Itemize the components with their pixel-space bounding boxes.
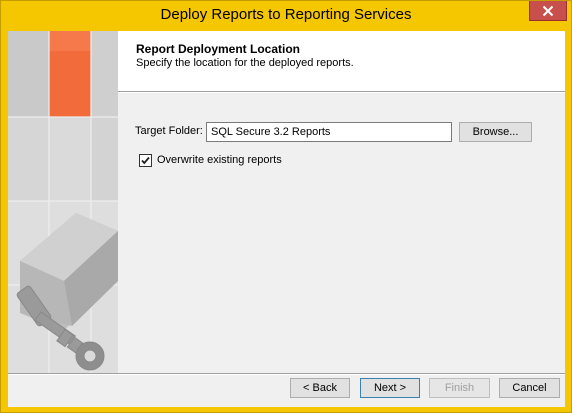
overwrite-checkbox[interactable] [139, 154, 152, 167]
target-folder-input[interactable] [206, 122, 452, 142]
overwrite-label[interactable]: Overwrite existing reports [157, 154, 282, 166]
key-cube-illustration [8, 31, 118, 373]
sidebar-banner [8, 31, 118, 373]
close-icon [542, 5, 554, 16]
window-title: Deploy Reports to Reporting Services [160, 6, 412, 23]
wizard-header: Report Deployment Location Specify the l… [118, 31, 565, 91]
back-button[interactable]: < Back [290, 378, 350, 398]
cancel-button[interactable]: Cancel [499, 378, 560, 398]
wizard-client-area: Report Deployment Location Specify the l… [8, 31, 565, 407]
wizard-window: Deploy Reports to Reporting Services Rep… [0, 0, 572, 413]
browse-button[interactable]: Browse... [459, 122, 532, 142]
next-button[interactable]: Next > [360, 378, 420, 398]
finish-button[interactable]: Finish [429, 378, 490, 398]
close-button[interactable] [529, 1, 567, 21]
footer-divider-highlight [8, 374, 565, 375]
page-subtitle: Specify the location for the deployed re… [136, 57, 354, 69]
title-bar[interactable]: Deploy Reports to Reporting Services [1, 1, 571, 31]
header-divider-highlight [118, 92, 565, 93]
target-folder-label: Target Folder: [135, 125, 203, 137]
checkmark-icon [141, 156, 150, 165]
page-title: Report Deployment Location [136, 42, 301, 56]
